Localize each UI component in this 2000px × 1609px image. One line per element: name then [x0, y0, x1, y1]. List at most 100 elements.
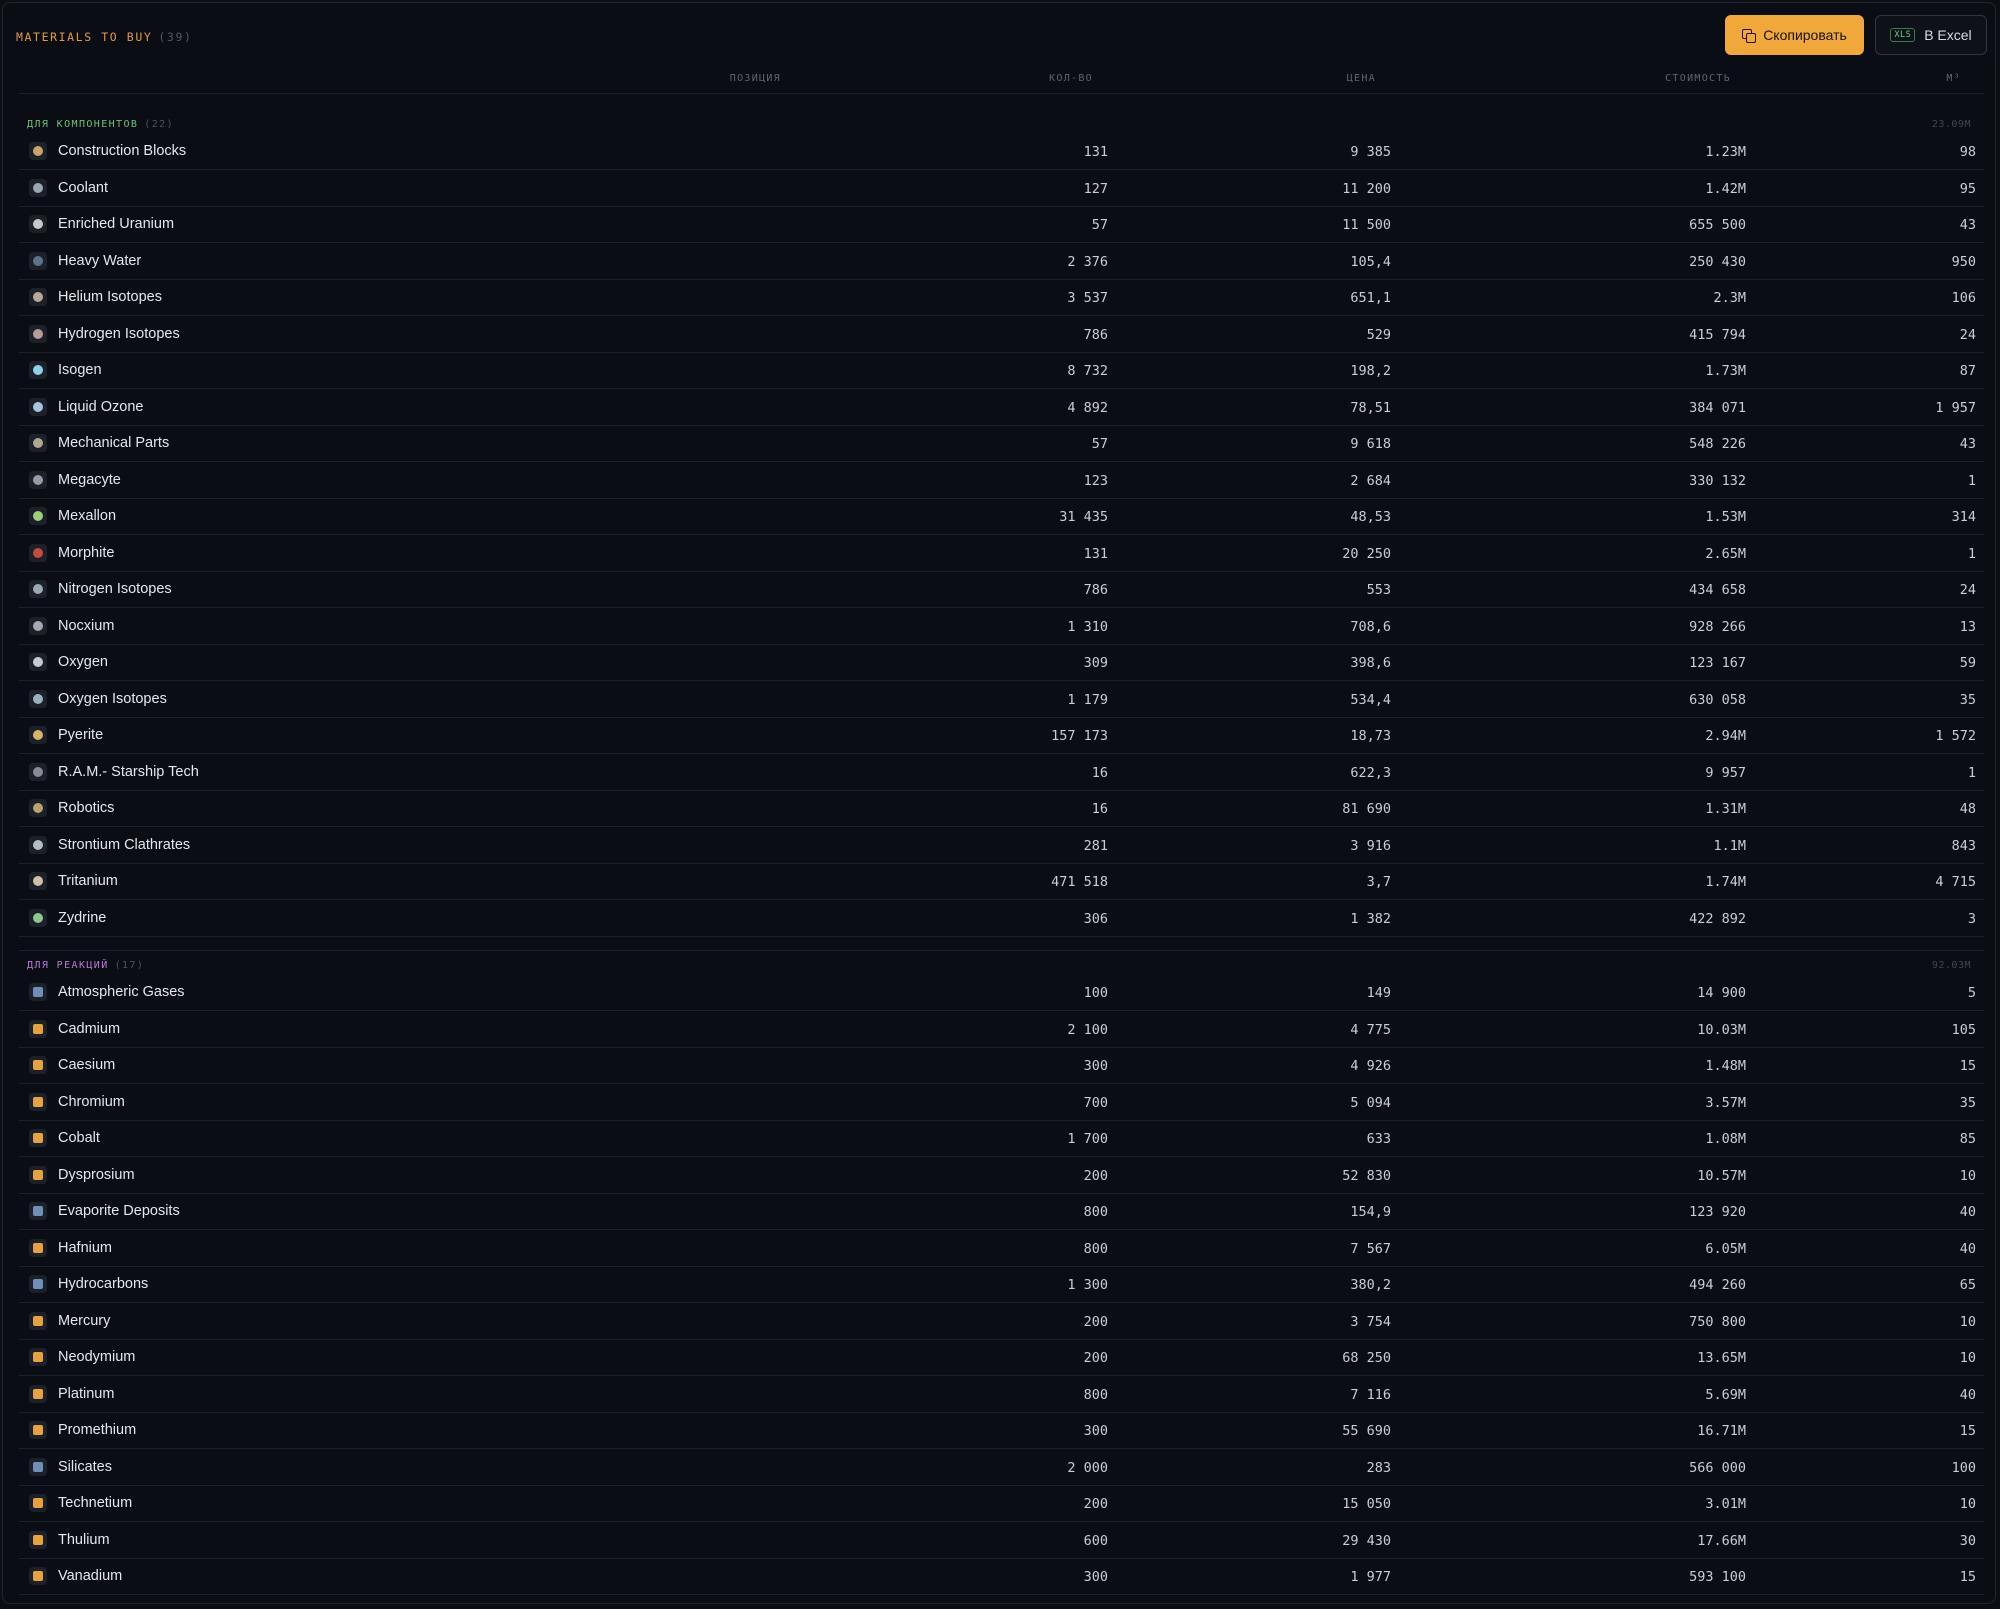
- item-cost: 384 071: [1689, 399, 1746, 416]
- item-qty: 1 300: [1067, 1277, 1108, 1293]
- item-volume: 87: [1959, 363, 1976, 379]
- panel-title: MATERIALS TO BUY (39): [16, 30, 193, 44]
- item-volume: 15: [1959, 1423, 1976, 1439]
- item-cost: 593 100: [1689, 1569, 1746, 1585]
- table-row[interactable]: Vanadium 300 1 977 593 100 15: [19, 1559, 1984, 1595]
- item-cost: 1.23M: [1705, 144, 1746, 160]
- table-row[interactable]: Platinum 800 7 116 5.69M 40: [19, 1377, 1984, 1413]
- item-name: Oxygen: [58, 654, 108, 670]
- table-row[interactable]: Cobalt 1 700 633 1.08M 85: [19, 1121, 1984, 1157]
- item-name: Mexallon: [58, 508, 117, 524]
- item-price: 29 430: [1342, 1532, 1391, 1549]
- copy-button-label: Скопировать: [1763, 27, 1847, 43]
- item-name: Atmospheric Gases: [58, 984, 185, 1000]
- export-excel-button[interactable]: XLS В Excel: [1875, 15, 1987, 55]
- item-name: Hydrocarbons: [58, 1276, 149, 1292]
- table-row[interactable]: Oxygen Isotopes 1 179 534,4 630 058 35: [19, 682, 1984, 718]
- neodymium-icon: [29, 1348, 47, 1366]
- table-row[interactable]: Mexallon 31 435 48,53 1.53M 314: [19, 499, 1984, 535]
- item-name: R.A.M.- Starship Tech: [58, 763, 199, 780]
- table-row[interactable]: Pyerite 157 173 18,73 2.94M 1 572: [19, 718, 1984, 754]
- panel-title-count: (39): [158, 30, 193, 44]
- table-row[interactable]: Heavy Water 2 376 105,4 250 430 950: [19, 244, 1984, 280]
- table-row[interactable]: Enriched Uranium 57 11 500 655 500 43: [19, 207, 1984, 243]
- nocxium-icon: [29, 616, 47, 635]
- item-cost: 10.03M: [1697, 1021, 1746, 1038]
- copy-button[interactable]: Скопировать: [1725, 15, 1864, 55]
- table-row[interactable]: Neodymium 200 68 250 13.65M 10: [19, 1340, 1984, 1376]
- item-cost: 1.74M: [1705, 874, 1746, 890]
- table-row[interactable]: Strontium Clathrates 281 3 916 1.1M 843: [19, 828, 1984, 864]
- item-volume: 40: [1959, 1204, 1976, 1220]
- item-cost: 434 658: [1689, 582, 1746, 598]
- section-title: ДЛЯ КОМПОНЕНТОВ: [27, 119, 139, 130]
- item-volume: 1: [1967, 764, 1976, 781]
- table-row[interactable]: Cadmium 2 100 4 775 10.03M 105: [19, 1012, 1984, 1048]
- table-row[interactable]: Technetium 200 15 050 3.01M 10: [19, 1486, 1984, 1522]
- heavy-water-icon: [29, 251, 47, 270]
- item-price: 18,73: [1350, 728, 1391, 744]
- table-row[interactable]: Hydrocarbons 1 300 380,2 494 260 65: [19, 1267, 1984, 1303]
- morphite-icon: [29, 543, 47, 562]
- table-row[interactable]: Hafnium 800 7 567 6.05M 40: [19, 1231, 1984, 1267]
- table-row[interactable]: Zydrine 306 1 382 422 892 3: [19, 901, 1984, 937]
- table-row[interactable]: Chromium 700 5 094 3.57M 35: [19, 1085, 1984, 1121]
- section-name: ДЛЯ РЕАКЦИЙ (17): [27, 960, 144, 971]
- oxygen-icon: [29, 653, 47, 671]
- panel-title-text: MATERIALS TO BUY: [16, 30, 153, 44]
- table-row[interactable]: Atmospheric Gases 100 149 14 900 5: [19, 975, 1984, 1011]
- item-price: 633: [1366, 1131, 1391, 1147]
- item-qty: 471 518: [1051, 874, 1108, 890]
- construction-blocks-icon: [29, 142, 47, 160]
- table-row[interactable]: Helium Isotopes 3 537 651,1 2.3M 106: [19, 280, 1984, 316]
- table-row[interactable]: Thulium 600 29 430 17.66M 30: [19, 1523, 1984, 1559]
- item-price: 52 830: [1342, 1167, 1391, 1184]
- table-row[interactable]: Oxygen 309 398,6 123 167 59: [19, 645, 1984, 681]
- table-row[interactable]: Caesium 300 4 926 1.48M 15: [19, 1048, 1984, 1084]
- item-price: 398,6: [1350, 655, 1391, 671]
- item-qty: 800: [1083, 1240, 1108, 1257]
- item-price: 78,51: [1350, 399, 1391, 416]
- item-name: Platinum: [58, 1385, 115, 1402]
- item-name: Mechanical Parts: [58, 435, 170, 451]
- table-row[interactable]: Evaporite Deposits 800 154,9 123 920 40: [19, 1194, 1984, 1230]
- item-cost: 1.31M: [1705, 801, 1746, 817]
- table-row[interactable]: Morphite 131 20 250 2.65M 1: [19, 536, 1984, 572]
- item-cost: 1.1M: [1713, 837, 1746, 854]
- item-volume: 65: [1959, 1277, 1976, 1293]
- export-excel-label: В Excel: [1924, 27, 1972, 43]
- table-row[interactable]: Liquid Ozone 4 892 78,51 384 071 1 957: [19, 390, 1984, 426]
- item-price: 11 200: [1342, 180, 1391, 197]
- item-name: Cobalt: [58, 1130, 100, 1146]
- hydrogen-isotopes-icon: [29, 324, 47, 343]
- table-row[interactable]: Hydrogen Isotopes 786 529 415 794 24: [19, 317, 1984, 353]
- table-row[interactable]: Nocxium 1 310 708,6 928 266 13: [19, 609, 1984, 645]
- item-price: 55 690: [1342, 1423, 1391, 1439]
- item-name: Strontium Clathrates: [58, 836, 191, 853]
- table-row[interactable]: Coolant 127 11 200 1.42M 95: [19, 171, 1984, 207]
- item-qty: 600: [1083, 1532, 1108, 1549]
- item-qty: 157 173: [1051, 728, 1108, 744]
- table-row[interactable]: Tritanium 471 518 3,7 1.74M 4 715: [19, 864, 1984, 900]
- dysprosium-icon: [29, 1165, 47, 1184]
- thulium-icon: [29, 1530, 47, 1549]
- table-row[interactable]: Robotics 16 81 690 1.31M 48: [19, 791, 1984, 827]
- table-row[interactable]: Megacyte 123 2 684 330 132 1: [19, 463, 1984, 499]
- table-row[interactable]: Dysprosium 200 52 830 10.57M 10: [19, 1158, 1984, 1194]
- table-row[interactable]: R.A.M.- Starship Tech 16 622,3 9 957 1: [19, 755, 1984, 791]
- table-row[interactable]: Nitrogen Isotopes 786 553 434 658 24: [19, 572, 1984, 608]
- item-volume: 35: [1959, 691, 1976, 708]
- item-price: 534,4: [1350, 691, 1391, 708]
- table-row[interactable]: Construction Blocks 131 9 385 1.23M 98: [19, 134, 1984, 170]
- table-row[interactable]: Mercury 200 3 754 750 800 10: [19, 1304, 1984, 1340]
- item-price: 15 050: [1342, 1496, 1391, 1512]
- table-row[interactable]: Mechanical Parts 57 9 618 548 226 43: [19, 426, 1984, 462]
- item-name: Isogen: [58, 362, 102, 378]
- table-row[interactable]: Silicates 2 000 283 566 000 100: [19, 1450, 1984, 1486]
- item-qty: 309: [1083, 655, 1108, 671]
- table-row[interactable]: Promethium 300 55 690 16.71M 15: [19, 1413, 1984, 1449]
- item-volume: 10: [1959, 1313, 1976, 1330]
- item-price: 5 094: [1350, 1094, 1391, 1111]
- table-row[interactable]: Isogen 8 732 198,2 1.73M 87: [19, 353, 1984, 389]
- column-header-volume: М³: [1946, 73, 1961, 84]
